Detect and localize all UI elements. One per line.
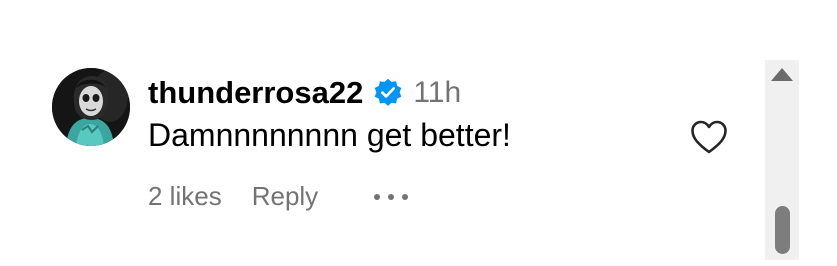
more-dot (388, 193, 395, 200)
scrollbar-thumb[interactable] (775, 206, 790, 254)
username[interactable]: thunderrosa22 (148, 75, 363, 111)
comment: thunderrosa22 11h Damnnnnnnnn get better… (52, 68, 742, 228)
comment-header: thunderrosa22 11h (148, 73, 461, 113)
heart-outline-icon[interactable] (690, 119, 728, 155)
scrollbar[interactable] (765, 60, 799, 260)
more-options-icon[interactable] (374, 192, 409, 202)
verified-badge-icon (373, 78, 403, 108)
avatar-image (52, 68, 130, 146)
scroll-up-arrow-icon[interactable] (771, 68, 793, 81)
reply-button[interactable]: Reply (252, 181, 318, 212)
comment-time[interactable]: 11h (413, 76, 461, 110)
more-dot (402, 193, 409, 200)
avatar[interactable] (52, 68, 130, 146)
comment-actions: 2 likes Reply (148, 181, 409, 212)
likes-count[interactable]: 2 likes (148, 181, 222, 212)
comment-text: Damnnnnnnnn get better! (148, 117, 511, 153)
page: thunderrosa22 11h Damnnnnnnnn get better… (0, 0, 837, 266)
more-dot (374, 193, 381, 200)
